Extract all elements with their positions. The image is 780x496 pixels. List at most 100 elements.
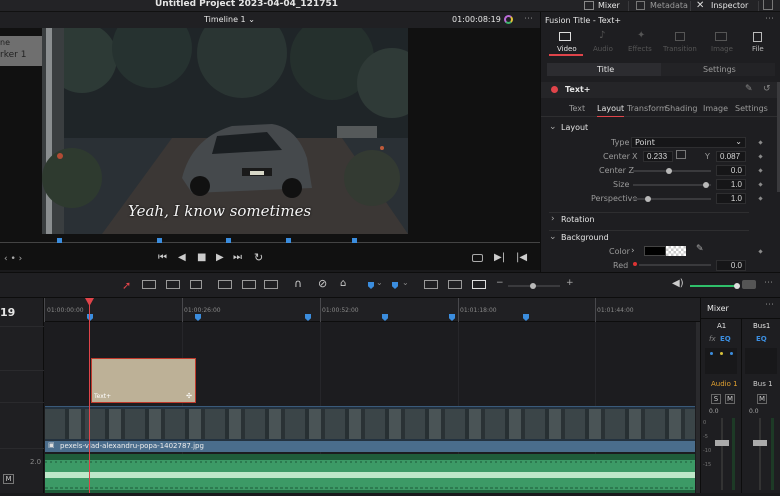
metadata-button[interactable]: Metadata (634, 0, 690, 12)
snapping-icon[interactable]: ∩ (294, 277, 302, 290)
reset-icon[interactable]: ↺ (763, 84, 771, 94)
color-swatch[interactable] (644, 246, 666, 256)
dynamic-trim-icon[interactable] (166, 280, 180, 289)
stop-icon[interactable]: ■ (197, 252, 206, 263)
fader-knob[interactable] (715, 440, 729, 446)
centerz-slider[interactable] (633, 170, 711, 172)
keyframe-icon[interactable] (758, 140, 763, 145)
bus-mute-button[interactable]: M (757, 394, 767, 404)
alpha-swatch[interactable] (666, 246, 686, 256)
eq-button[interactable]: EQ (720, 335, 731, 343)
timeline-marker[interactable] (87, 314, 93, 321)
lock-icon[interactable]: ⌂ (340, 278, 346, 289)
flag-icon[interactable] (368, 282, 374, 289)
timeline-marker[interactable] (195, 314, 201, 321)
scrub-marker[interactable] (352, 238, 357, 243)
center-y-input[interactable] (716, 151, 746, 162)
tab-effects[interactable]: ✦ Effects (625, 30, 659, 56)
mute-button[interactable]: M (3, 474, 14, 484)
color-wheel-icon[interactable] (504, 15, 513, 24)
zoom-slider-knob[interactable] (530, 283, 536, 289)
zoom-detail-icon[interactable] (448, 280, 462, 289)
keyframe-icon[interactable] (758, 249, 763, 254)
reverse-play-icon[interactable]: ◀ (178, 252, 186, 263)
zoom-in-icon[interactable]: + (566, 278, 574, 288)
tab-image[interactable]: Image (705, 30, 737, 56)
chevron-down-icon[interactable]: ⌄ (376, 278, 383, 287)
first-frame-icon[interactable]: ⏮ (158, 252, 167, 263)
type-dropdown[interactable]: Point ⌄ (631, 137, 746, 148)
tool-enable-toggle[interactable] (551, 86, 558, 93)
insert-clip-icon[interactable] (218, 280, 232, 289)
chevron-right-icon[interactable]: › (631, 246, 635, 256)
expand-icon[interactable] (763, 0, 773, 10)
playhead[interactable] (89, 298, 90, 493)
subtab-settings[interactable]: Settings (661, 63, 775, 76)
keyframe-icon[interactable] (758, 182, 763, 187)
size-input[interactable] (716, 179, 746, 190)
scrub-marker[interactable] (57, 238, 62, 243)
tool-tab-layout[interactable]: Layout (597, 104, 625, 117)
solo-button[interactable]: S (711, 394, 721, 404)
next-clip-icon[interactable]: ▶| (494, 252, 505, 263)
eq-button-bus[interactable]: EQ (756, 335, 767, 343)
selection-tool-icon[interactable]: ➚ (122, 279, 131, 292)
volume-slider-knob[interactable] (734, 283, 740, 289)
tab-video[interactable]: Video (549, 30, 583, 56)
more-options-icon[interactable]: ⋯ (764, 278, 773, 288)
crosshair-icon[interactable] (676, 150, 686, 159)
inspector-button[interactable]: ✕ Inspector (694, 0, 756, 12)
center-x-input[interactable] (643, 151, 673, 162)
last-frame-icon[interactable]: ⏭ (233, 252, 242, 263)
perspective-slider-knob[interactable] (645, 196, 651, 202)
dim-button[interactable] (742, 280, 756, 289)
size-slider[interactable] (633, 184, 711, 186)
chevron-down-icon[interactable]: ⌄ (402, 278, 409, 287)
pan-control[interactable] (705, 348, 737, 374)
centerz-input[interactable] (716, 165, 746, 176)
play-icon[interactable]: ▶ (216, 252, 224, 263)
loop-icon[interactable]: ↻ (254, 251, 263, 264)
timeline-selector[interactable]: Timeline 1 ⌄ (204, 15, 255, 24)
more-options-icon[interactable]: ⋯ (765, 14, 774, 24)
jog-icon[interactable]: ‹ • › (4, 254, 22, 264)
timeline-marker[interactable] (523, 314, 529, 321)
tool-tab-transform[interactable]: Transform (627, 104, 667, 113)
marker-icon[interactable] (392, 282, 398, 289)
red-slider[interactable] (639, 264, 711, 266)
perspective-input[interactable] (716, 193, 746, 204)
timeline-marker[interactable] (449, 314, 455, 321)
title-clip[interactable]: Text+ ✣ (91, 358, 196, 403)
subtab-title[interactable]: Title (547, 63, 661, 76)
zoom-full-icon[interactable] (424, 280, 438, 289)
prev-clip-icon[interactable]: |◀ (516, 252, 527, 263)
tool-tab-settings[interactable]: Settings (735, 104, 768, 113)
magic-icon[interactable]: ✎ (745, 84, 753, 94)
section-rotation-header[interactable]: › Rotation (549, 212, 749, 224)
more-options-icon[interactable]: ⋯ (765, 300, 774, 310)
timeline-marker[interactable] (382, 314, 388, 321)
overwrite-clip-icon[interactable] (242, 280, 256, 289)
blade-tool-icon[interactable] (190, 280, 202, 289)
section-background-header[interactable]: ⌄ Background (549, 230, 749, 242)
tool-tab-shading[interactable]: Shading (665, 104, 698, 113)
tool-tab-text[interactable]: Text (569, 104, 585, 113)
scrub-marker[interactable] (157, 238, 162, 243)
red-input[interactable] (716, 260, 746, 271)
mute-button[interactable]: M (725, 394, 735, 404)
trim-tool-icon[interactable] (142, 280, 156, 289)
zoom-custom-icon[interactable] (472, 280, 486, 289)
link-icon[interactable]: ⊘ (318, 277, 327, 290)
mixer-button[interactable]: Mixer (582, 0, 632, 12)
bus-fader-knob[interactable] (753, 440, 767, 446)
scrub-bar[interactable] (0, 242, 540, 243)
tab-file[interactable]: File (743, 30, 773, 56)
keyframe-icon[interactable] (758, 154, 763, 159)
zoom-out-icon[interactable]: − (496, 278, 504, 288)
tab-transition[interactable]: Transition (661, 30, 701, 56)
speaker-icon[interactable]: ◀) (672, 278, 684, 289)
audio-clip[interactable] (45, 454, 695, 493)
scrub-marker[interactable] (286, 238, 291, 243)
replace-clip-icon[interactable] (264, 280, 278, 289)
match-frame-icon[interactable] (472, 254, 483, 262)
